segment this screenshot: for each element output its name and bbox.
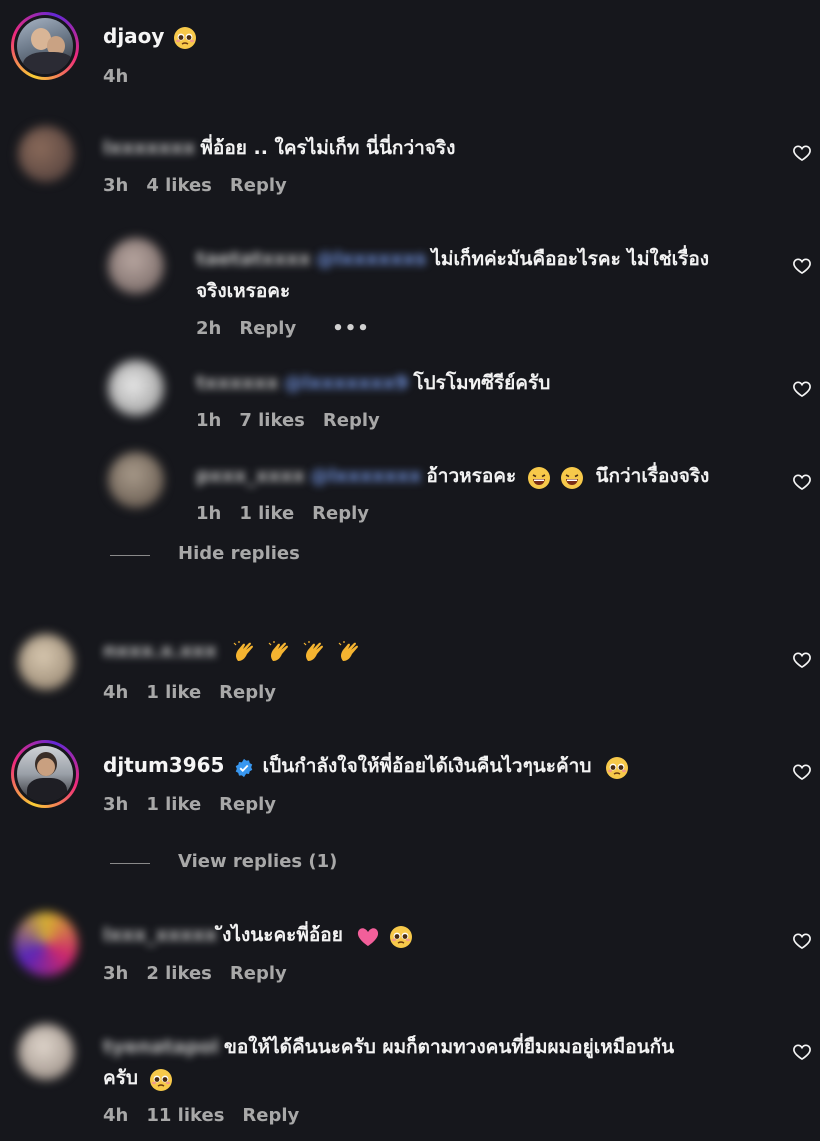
reply-button[interactable]: Reply	[230, 963, 287, 984]
pink-heart-emoji	[356, 925, 380, 949]
avatar[interactable]	[108, 452, 164, 508]
commenter-username[interactable]: txxxxxx	[196, 372, 279, 394]
reply-button[interactable]: Reply	[219, 794, 276, 815]
like-count[interactable]: 2 likes	[146, 963, 212, 984]
heart-outline-icon[interactable]	[792, 762, 812, 782]
comment-text-line2: จริงเหรอคะ	[196, 280, 291, 302]
view-replies-button[interactable]: View replies (1)	[178, 851, 337, 872]
comment-text-continued: นึกว่าเรื่องจริง	[595, 465, 710, 487]
pleading-face-emoji	[605, 756, 629, 780]
reply-button[interactable]: Reply	[242, 1105, 299, 1126]
heart-outline-icon[interactable]	[792, 650, 812, 670]
like-count[interactable]: 11 likes	[146, 1105, 224, 1126]
divider-line	[110, 863, 150, 864]
like-count[interactable]: 1 like	[146, 682, 201, 703]
like-count[interactable]: 1 like	[146, 794, 201, 815]
divider-line	[110, 555, 150, 556]
comment-time: 4h	[103, 1105, 129, 1126]
avatar[interactable]	[18, 634, 74, 690]
avatar[interactable]	[17, 18, 73, 74]
heart-outline-icon[interactable]	[792, 472, 812, 492]
reply-button[interactable]: Reply	[239, 318, 296, 339]
heart-outline-icon[interactable]	[792, 143, 812, 163]
comment-text: โปรโมทซีรีย์ครับ	[413, 372, 551, 394]
reply-button[interactable]: Reply	[312, 503, 369, 524]
post-username[interactable]: djaoy	[103, 24, 164, 48]
commenter-username[interactable]: djtum3965	[103, 753, 224, 777]
pleading-face-emoji	[389, 925, 413, 949]
commenter-username[interactable]: lxxx_xxxxx	[103, 924, 217, 946]
laughing-emoji	[527, 466, 551, 490]
comment-text: ไม่เก็ทค่ะมันคืออะไรคะ ไม่ใช่เรื่อง	[431, 248, 710, 270]
avatar-ring	[11, 12, 79, 80]
comment-meta: 3h 4 likes Reply	[103, 175, 305, 196]
comment-meta: 3h 2 likes Reply	[103, 963, 305, 984]
avatar[interactable]	[108, 360, 164, 416]
comment-time: 4h	[103, 682, 129, 703]
clapping-hands-emoji	[232, 641, 256, 665]
hide-replies-button[interactable]: Hide replies	[178, 543, 300, 564]
more-options-button[interactable]: •••	[332, 318, 370, 339]
comment-text: เป็นกำลังใจให้พี่อ้อยได้เงินคืนไวๆนะค้าบ	[262, 755, 592, 777]
clapping-hands-emoji	[302, 641, 326, 665]
comment-time: 3h	[103, 963, 129, 984]
commenter-username[interactable]: pxxx_xxxx	[196, 465, 305, 487]
comment-meta: 1h 1 like Reply	[196, 503, 387, 524]
heart-outline-icon[interactable]	[792, 931, 812, 951]
comment-time: 3h	[103, 794, 129, 815]
like-count[interactable]: 4 likes	[146, 175, 212, 196]
comment-text-line2: ครับ	[103, 1067, 138, 1089]
reply-button[interactable]: Reply	[219, 682, 276, 703]
comment-time: 1h	[196, 503, 222, 524]
commenter-username[interactable]: taetatxxxx	[196, 248, 311, 270]
comment-meta: 4h 1 like Reply	[103, 682, 294, 703]
comment-text: พี่อ้อย .. ใครไม่เก็ท นี่นี่กว่าจริง	[200, 137, 456, 159]
comment-text: อ้าวหรอคะ	[426, 465, 517, 487]
clapping-hands-emoji	[267, 641, 291, 665]
comment-time: 2h	[196, 318, 222, 339]
avatar[interactable]	[17, 746, 73, 802]
comment-meta: 4h 11 likes Reply	[103, 1105, 317, 1126]
commenter-username[interactable]: tyenatapol	[103, 1036, 219, 1058]
avatar[interactable]	[18, 1024, 74, 1080]
like-count[interactable]: 7 likes	[239, 410, 305, 431]
comment-meta: 1h 7 likes Reply	[196, 410, 398, 431]
mention[interactable]: @lxxxxxxx	[310, 465, 421, 487]
avatar[interactable]	[14, 912, 78, 976]
pleading-face-emoji	[173, 26, 197, 50]
comment-time: 3h	[103, 175, 129, 196]
comment-text: ังไงนะคะพี่อ้อย	[222, 924, 343, 946]
heart-outline-icon[interactable]	[792, 379, 812, 399]
like-count[interactable]: 1 like	[239, 503, 294, 524]
clapping-hands-emoji	[337, 641, 361, 665]
avatar-ring	[11, 740, 79, 808]
post-time: 4h	[103, 66, 129, 87]
pleading-face-emoji	[149, 1068, 173, 1092]
comment-meta: 3h 1 like Reply	[103, 794, 294, 815]
verified-badge-icon	[234, 758, 254, 778]
laughing-emoji	[560, 466, 584, 490]
reply-button[interactable]: Reply	[323, 410, 380, 431]
mention[interactable]: @lxxxxxxs	[316, 248, 426, 270]
heart-outline-icon[interactable]	[792, 256, 812, 276]
commenter-username[interactable]: nxxx.x.xxx	[103, 640, 217, 662]
reply-button[interactable]: Reply	[230, 175, 287, 196]
avatar[interactable]	[18, 126, 74, 182]
comment-time: 1h	[196, 410, 222, 431]
avatar[interactable]	[108, 238, 164, 294]
commenter-username[interactable]: lxxxxxxx	[103, 137, 195, 159]
heart-outline-icon[interactable]	[792, 1042, 812, 1062]
mention[interactable]: @lxxxxxxx9	[284, 372, 409, 394]
comment-text: ขอให้ได้คืนนะครับ ผมก็ตามทวงคนที่ยืมผมอย…	[223, 1036, 675, 1058]
comment-meta: 2h Reply •••	[196, 318, 388, 339]
